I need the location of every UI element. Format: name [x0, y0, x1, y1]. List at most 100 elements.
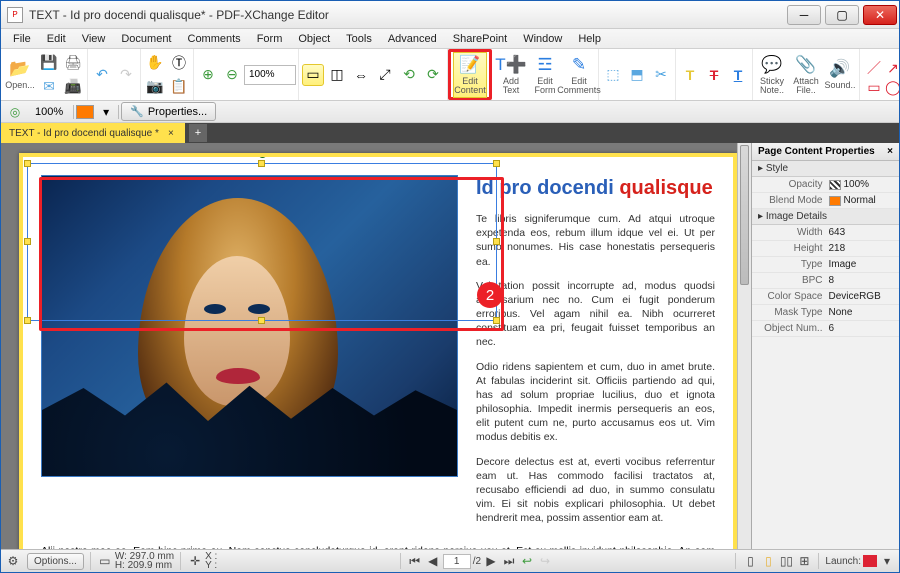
clipboard-icon[interactable]: 📋 — [168, 76, 190, 98]
width-label: Width — [758, 227, 829, 238]
rotate-ccw-icon[interactable]: ⟲ — [398, 64, 420, 86]
fit-page-icon[interactable]: ◫ — [326, 64, 348, 86]
prev-page-icon[interactable]: ◀ — [425, 553, 441, 569]
edit-content-icon: 📝 — [460, 55, 480, 75]
bpc-value: 8 — [829, 275, 894, 286]
redo-icon[interactable]: ↷ — [115, 64, 137, 86]
cursor-pos-icon: ✛ — [187, 553, 203, 569]
new-tab-button[interactable]: + — [189, 124, 207, 142]
menu-document[interactable]: Document — [113, 31, 179, 47]
menu-sharepoint[interactable]: SharePoint — [445, 31, 515, 47]
fill-color-swatch[interactable] — [76, 105, 94, 119]
layout-continuous-icon[interactable]: ▯ — [760, 553, 776, 569]
object-num-label: Object Num.. — [758, 323, 829, 334]
options-button[interactable]: Options... — [27, 553, 84, 570]
nav-back-icon[interactable]: ↩ — [519, 553, 535, 569]
menu-tools[interactable]: Tools — [338, 31, 380, 47]
hand-tool-icon[interactable]: ✋ — [144, 52, 166, 74]
edit-comments-button[interactable]: ✎ Edit Comments — [562, 52, 596, 98]
layout-facing-icon[interactable]: ▯▯ — [778, 553, 794, 569]
sound-icon: 🔊 — [830, 59, 850, 79]
underline-tool-icon[interactable]: T — [727, 64, 749, 86]
link-tool-icon[interactable]: ⬒ — [626, 64, 648, 86]
menu-window[interactable]: Window — [515, 31, 570, 47]
strikeout-tool-icon[interactable]: T — [703, 64, 725, 86]
panel-close-icon[interactable]: × — [887, 146, 893, 157]
zoom-out-icon[interactable]: ⊖ — [221, 64, 243, 86]
menu-object[interactable]: Object — [290, 31, 338, 47]
close-button[interactable]: ✕ — [863, 5, 897, 25]
vertical-scrollbar[interactable] — [737, 143, 751, 549]
layout-facing-cont-icon[interactable]: ⊞ — [796, 553, 812, 569]
launch-dropdown-icon[interactable]: ▾ — [879, 553, 895, 569]
sticky-note-button[interactable]: 💬 Sticky Note.. — [755, 52, 789, 98]
menu-advanced[interactable]: Advanced — [380, 31, 445, 47]
nav-fwd-icon[interactable]: ↪ — [537, 553, 553, 569]
oval-shape-icon[interactable]: ◯ — [882, 76, 899, 98]
attach-file-button[interactable]: 📎 Attach File.. — [789, 52, 823, 98]
zoom-input[interactable] — [244, 65, 296, 85]
panel-section-style[interactable]: ▸ Style — [752, 161, 899, 177]
blend-mode-value[interactable]: Normal — [829, 195, 894, 206]
save-icon[interactable]: 💾 — [38, 52, 60, 74]
open-button[interactable]: 📂 Open... — [3, 52, 37, 98]
next-page-icon[interactable]: ▶ — [483, 553, 499, 569]
zoom-in-icon[interactable]: ⊕ — [197, 64, 219, 86]
swatch-dropdown-icon[interactable]: ▾ — [96, 103, 116, 121]
add-text-button[interactable]: T➕ Add Text — [494, 52, 528, 98]
main-toolbar: 📂 Open... 💾 ✉ 🖨 📠 ↶ ↷ ✋ 📷 Ⓣ 📋 — [1, 49, 899, 101]
zoom-target-icon[interactable]: ◎ — [5, 103, 25, 121]
hatch-icon — [829, 180, 841, 190]
highlight-tool-icon[interactable]: T — [679, 64, 701, 86]
select-text-icon[interactable]: Ⓣ — [168, 52, 190, 74]
scan-icon[interactable]: 📠 — [62, 76, 84, 98]
maximize-button[interactable]: ▢ — [825, 5, 859, 25]
menu-comments[interactable]: Comments — [180, 31, 249, 47]
opacity-value[interactable]: 100% — [829, 179, 894, 190]
paragraph: Odio ridens sapientem et cum, duo in ame… — [476, 360, 715, 445]
tab-close-icon[interactable]: × — [165, 127, 177, 139]
panel-section-image-details[interactable]: ▸ Image Details — [752, 209, 899, 225]
properties-button[interactable]: 🔧 Properties... — [121, 102, 216, 121]
height-label: Height — [758, 243, 829, 254]
email-icon[interactable]: ✉ — [38, 76, 60, 98]
callout-bubble-2: 2 — [477, 282, 503, 308]
app-icon: P — [7, 7, 23, 23]
snapshot-icon[interactable]: 📷 — [144, 76, 166, 98]
print-icon[interactable]: 🖨 — [62, 52, 84, 74]
object-num-value: 6 — [829, 323, 894, 334]
scroll-thumb[interactable] — [740, 145, 749, 285]
select-tool-icon[interactable]: ⬚ — [602, 64, 624, 86]
gear-icon[interactable]: ⚙ — [5, 553, 21, 569]
zoom-display[interactable]: 100% — [27, 106, 71, 118]
crop-tool-icon[interactable]: ✂ — [650, 64, 672, 86]
edit-content-button[interactable]: 📝 Edit Content — [453, 52, 487, 98]
document-viewport[interactable]: Id pro docendi qualisque Te libris signi… — [1, 143, 751, 549]
attach-file-icon: 📎 — [796, 55, 816, 75]
layout-single-icon[interactable]: ▯ — [742, 553, 758, 569]
first-page-icon[interactable]: ⏮ — [407, 553, 423, 569]
menu-view[interactable]: View — [74, 31, 114, 47]
window-titlebar: P TEXT - Id pro docendi qualisque* - PDF… — [1, 1, 899, 29]
launch-default-icon[interactable] — [863, 555, 877, 567]
status-bar: ⚙ Options... ▭ W: 297.0 mm H: 209.9 mm ✛… — [1, 549, 899, 572]
page-height: H: 209.9 mm — [115, 561, 174, 570]
sticky-note-icon: 💬 — [762, 55, 782, 75]
secondary-toolbar: ◎ 100% ▾ 🔧 Properties... — [1, 101, 899, 123]
paragraph: Vel tation possit incorrupte ad, modus q… — [476, 279, 715, 350]
document-tab[interactable]: TEXT - Id pro docendi qualisque * × — [1, 123, 185, 143]
sound-button[interactable]: 🔊 Sound.. — [823, 52, 857, 98]
menu-edit[interactable]: Edit — [39, 31, 74, 47]
undo-icon[interactable]: ↶ — [91, 64, 113, 86]
rotation-handle[interactable] — [258, 153, 267, 158]
minimize-button[interactable]: ─ — [787, 5, 821, 25]
fit-width-icon[interactable]: ⇔ — [350, 64, 372, 86]
menu-help[interactable]: Help — [570, 31, 609, 47]
fit-visible-icon[interactable]: ⤢ — [374, 64, 396, 86]
rotate-cw-icon[interactable]: ⟳ — [422, 64, 444, 86]
menu-file[interactable]: File — [5, 31, 39, 47]
menu-form[interactable]: Form — [249, 31, 291, 47]
last-page-icon[interactable]: ⏭ — [501, 553, 517, 569]
actual-size-icon[interactable]: ▭ — [302, 64, 324, 86]
page-number-input[interactable]: 1 — [443, 554, 471, 569]
